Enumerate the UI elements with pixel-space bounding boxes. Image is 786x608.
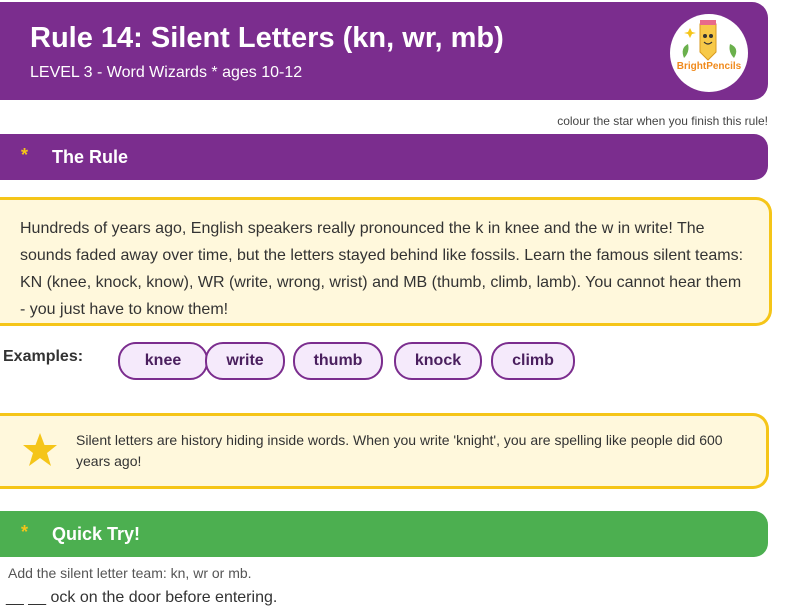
quick-try-question: __ __ ock on the door before entering. [6, 589, 278, 606]
fun-fact-box: Silent letters are history hiding inside… [0, 413, 769, 489]
rule-section-bar: * The Rule [0, 134, 768, 180]
page-subtitle: LEVEL 3 - Word Wizards * ages 10-12 [30, 64, 303, 81]
section-marker: * [21, 145, 29, 165]
brand-logo: BrightPencils [670, 14, 748, 92]
quick-try-instruction: Add the silent letter team: kn, wr or mb… [8, 565, 252, 581]
logo-text: BrightPencils [676, 61, 742, 72]
rule-explanation-text: Hundreds of years ago, English speakers … [20, 220, 744, 318]
example-word-chip: write [205, 342, 285, 380]
section-marker: * [21, 522, 29, 542]
examples-label: Examples: [3, 348, 84, 365]
example-word-chip: thumb [293, 342, 383, 380]
quick-try-bar: * Quick Try! [0, 511, 768, 557]
header-banner: Rule 14: Silent Letters (kn, wr, mb) LEV… [0, 2, 768, 100]
example-word-chip: knock [394, 342, 482, 380]
rule-section-title: The Rule [52, 147, 129, 167]
page-title: Rule 14: Silent Letters (kn, wr, mb) [30, 22, 504, 54]
quick-try-title: Quick Try! [52, 524, 141, 544]
star-icon [23, 433, 57, 466]
example-word-chip: knee [118, 342, 208, 380]
fun-fact-text: Silent letters are history hiding inside… [76, 432, 723, 469]
example-word-chip: climb [491, 342, 575, 380]
star-instruction: colour the star when you finish this rul… [557, 114, 768, 128]
rule-explanation-box: Hundreds of years ago, English speakers … [0, 197, 772, 326]
pencil-mascot-icon [682, 20, 737, 61]
